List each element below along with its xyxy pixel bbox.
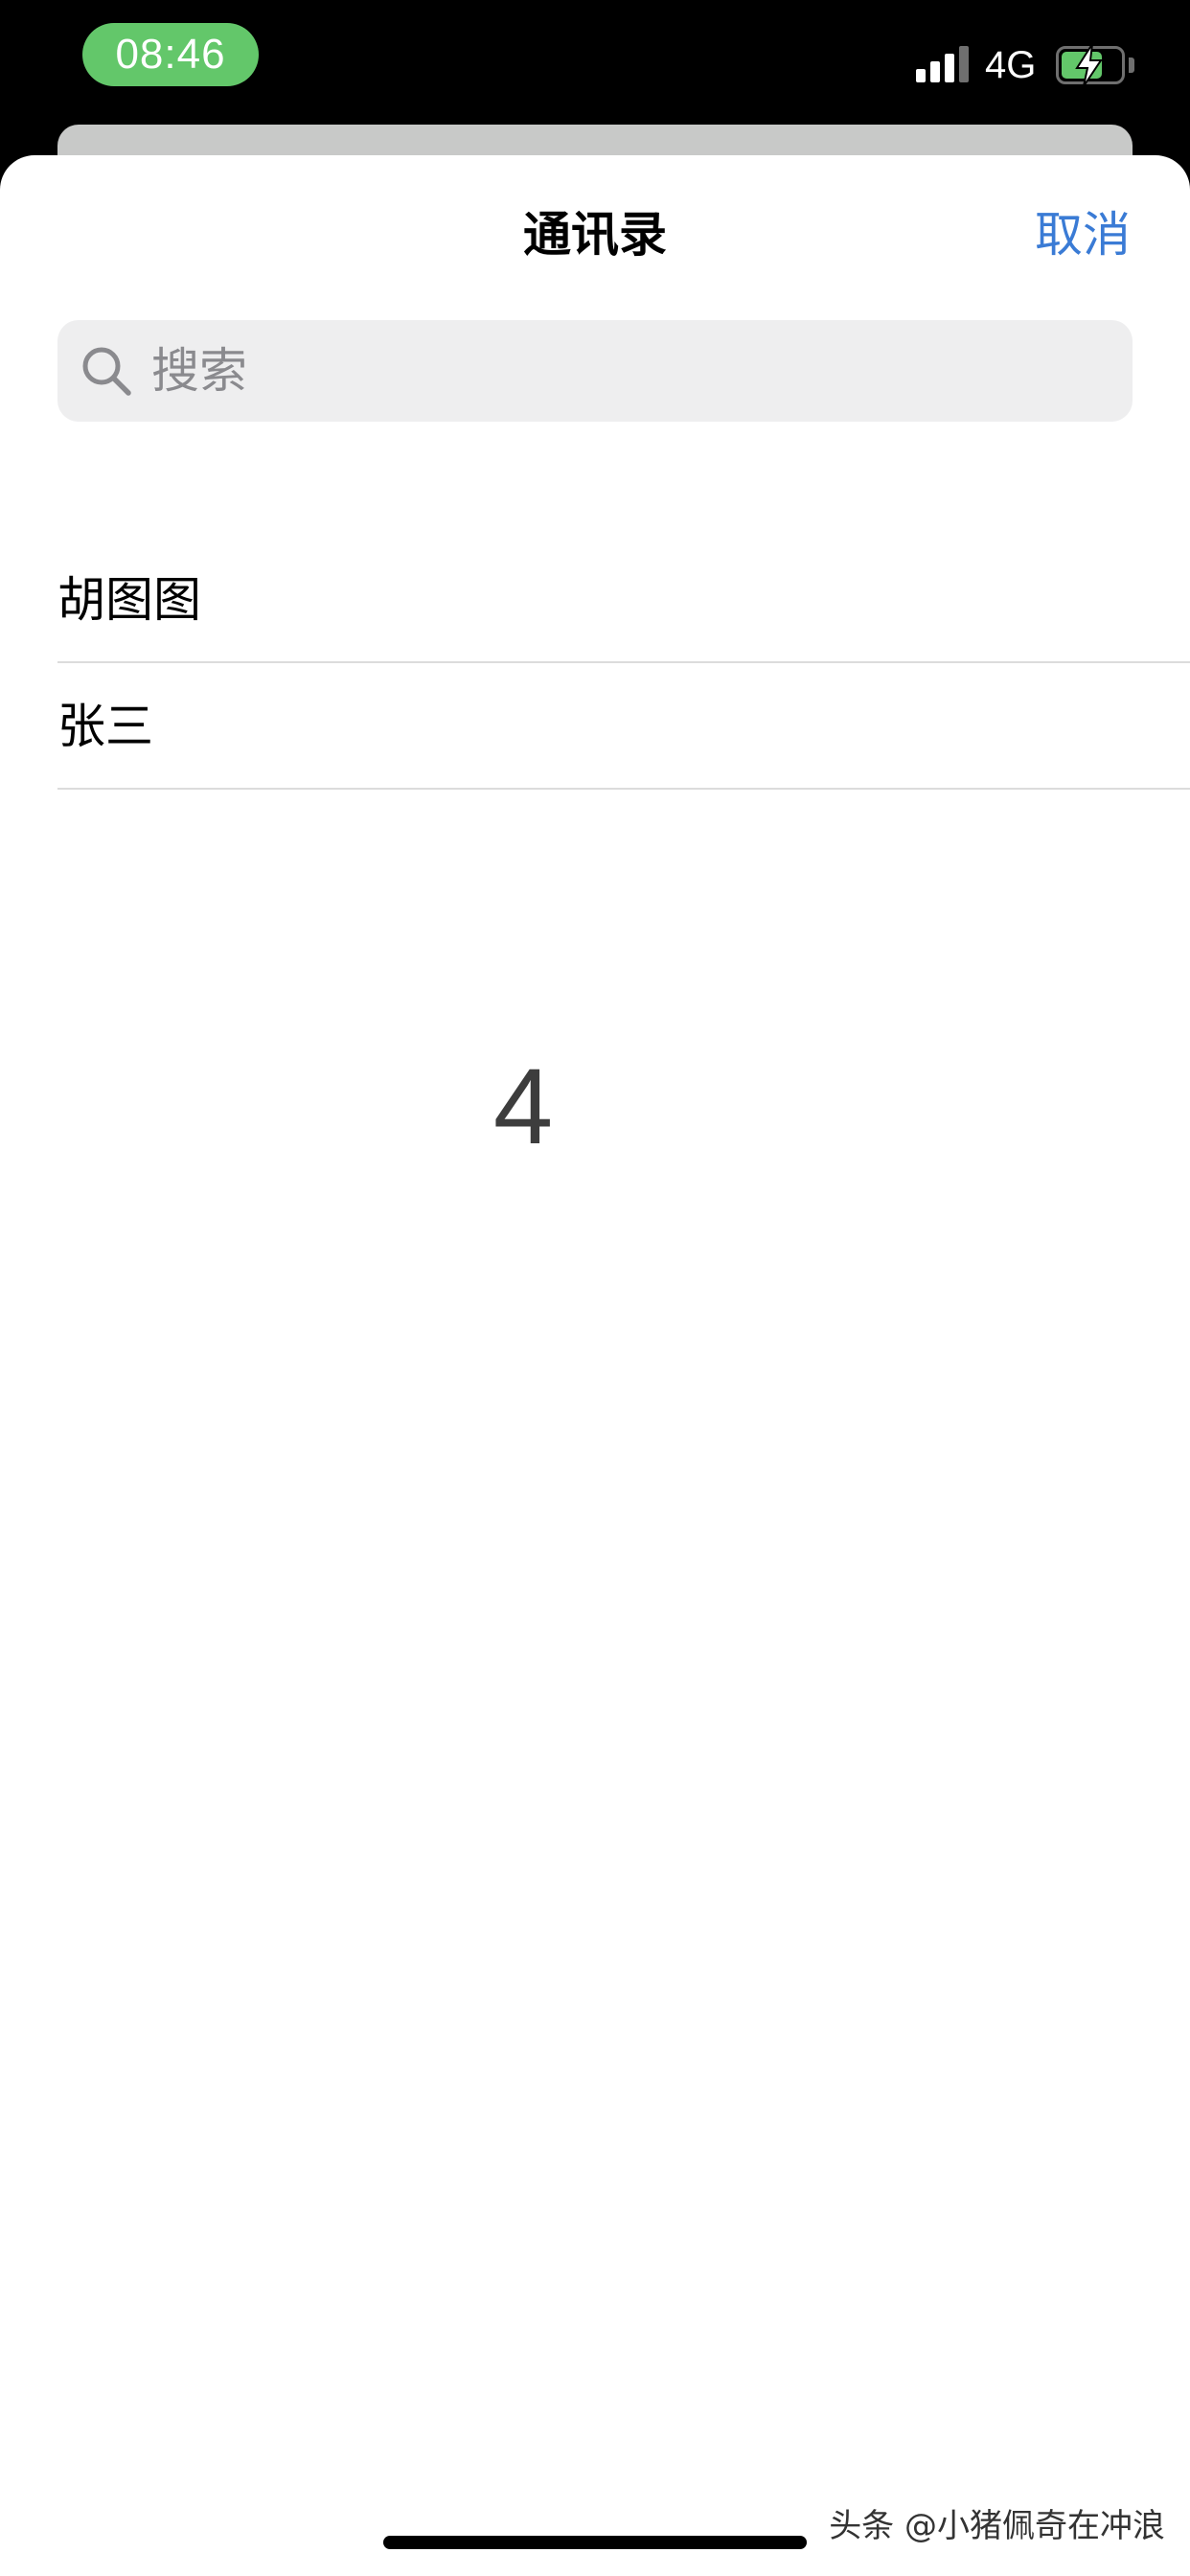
contact-name: 胡图图 [57,572,201,628]
search-bar[interactable] [57,320,1133,422]
network-type-label: 4G [985,44,1037,86]
contact-list: 胡图图 张三 [57,537,1190,790]
overlay-number: 4 [492,1046,554,1166]
search-icon [82,347,131,396]
contact-row[interactable]: 胡图图 [57,537,1190,663]
charging-bolt-icon [1075,43,1103,87]
phone-screen: 08:46 4G 通讯录 取消 胡图图 [0,0,1190,2576]
watermark: 头条 @小猪佩奇在冲浪 [829,2507,1165,2545]
sheet-title: 通讯录 [523,207,667,263]
contact-row[interactable]: 张三 [57,663,1190,790]
signal-icon [916,44,970,82]
contact-name: 张三 [57,699,153,754]
home-indicator[interactable] [383,2536,807,2549]
status-time[interactable]: 08:46 [82,23,259,86]
battery-nub [1129,58,1134,73]
contacts-sheet: 通讯录 取消 胡图图 张三 4 [0,155,1190,2576]
cancel-button[interactable]: 取消 [1035,201,1131,268]
search-input[interactable] [149,342,1016,400]
